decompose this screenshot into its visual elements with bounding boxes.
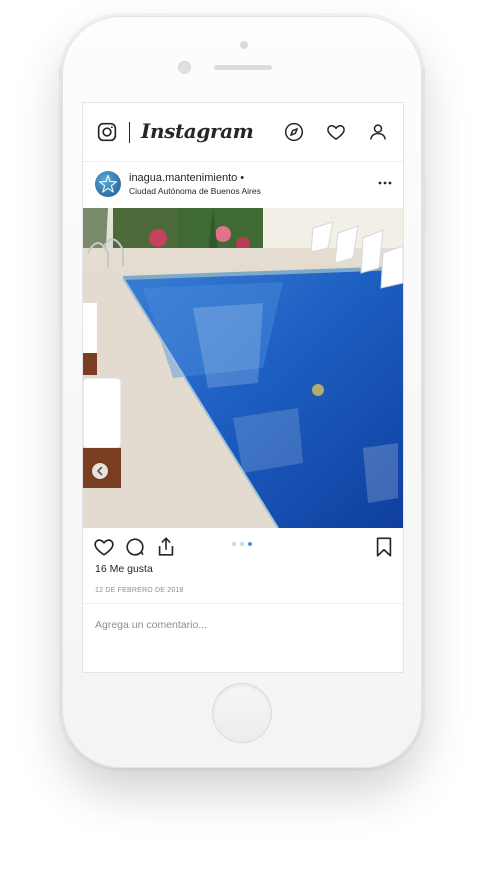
post-photo[interactable] [83, 208, 403, 528]
carousel-dot-active [248, 542, 252, 546]
proximity-sensor [178, 61, 191, 74]
side-button [59, 688, 62, 702]
instagram-wordmark: Instagram [141, 119, 254, 143]
carousel-dot [240, 542, 244, 546]
comment-box [83, 603, 403, 644]
avatar[interactable] [95, 171, 121, 197]
bookmark-icon[interactable] [373, 536, 395, 558]
front-camera [240, 41, 248, 49]
more-icon[interactable] [376, 174, 394, 192]
side-button [422, 178, 426, 232]
post-location[interactable]: Ciudad Autónoma de Buenos Aires [129, 186, 261, 196]
starfish-logo [98, 174, 118, 193]
side-button [59, 68, 62, 82]
comment-input[interactable] [95, 616, 385, 634]
post-username[interactable]: inagua.mantenimiento • [129, 172, 244, 184]
compass-icon[interactable] [284, 122, 304, 142]
device-mockup: Instagram inagua.mantenimiento • Ciudad … [0, 0, 485, 871]
post-date: 12 DE FEBRERO DE 2018 [95, 587, 184, 594]
post-header: inagua.mantenimiento • Ciudad Autónoma d… [83, 162, 403, 208]
camera-icon[interactable] [97, 122, 117, 142]
user-icon[interactable] [368, 122, 388, 142]
logo-divider [129, 122, 130, 143]
app-screen: Instagram inagua.mantenimiento • Ciudad … [82, 102, 404, 673]
share-icon[interactable] [155, 536, 177, 558]
pool-photo [83, 208, 403, 528]
carousel-dot [232, 542, 236, 546]
side-button [422, 688, 425, 702]
likes-count[interactable]: 16 Me gusta [95, 563, 153, 575]
heart-outline-icon[interactable] [93, 536, 115, 558]
heart-icon[interactable] [326, 122, 346, 142]
top-navigation-bar: Instagram [83, 103, 403, 162]
comment-icon[interactable] [124, 536, 146, 558]
home-button[interactable] [213, 684, 271, 742]
carousel-indicator [232, 542, 256, 548]
side-button [422, 68, 425, 82]
chevron-left-icon[interactable] [92, 463, 108, 479]
earpiece-speaker [214, 65, 272, 70]
